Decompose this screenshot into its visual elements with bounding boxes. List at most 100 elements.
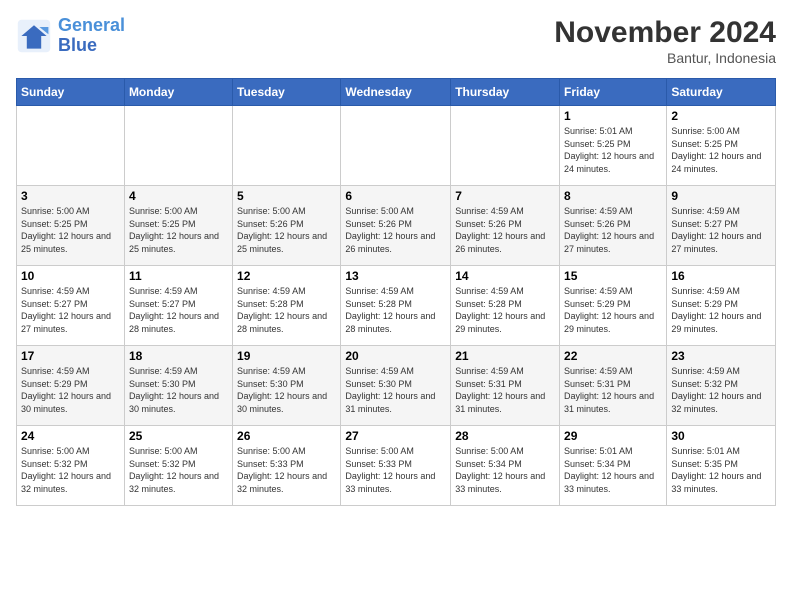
day-number: 28	[455, 429, 555, 443]
calendar-cell: 9Sunrise: 4:59 AM Sunset: 5:27 PM Daylig…	[667, 186, 776, 266]
day-number: 3	[21, 189, 120, 203]
calendar-week-3: 10Sunrise: 4:59 AM Sunset: 5:27 PM Dayli…	[17, 266, 776, 346]
day-info: Sunrise: 4:59 AM Sunset: 5:31 PM Dayligh…	[564, 365, 662, 415]
day-info: Sunrise: 4:59 AM Sunset: 5:28 PM Dayligh…	[455, 285, 555, 335]
day-info: Sunrise: 4:59 AM Sunset: 5:29 PM Dayligh…	[21, 365, 120, 415]
day-number: 29	[564, 429, 662, 443]
calendar-cell	[341, 106, 451, 186]
day-info: Sunrise: 5:00 AM Sunset: 5:26 PM Dayligh…	[237, 205, 336, 255]
weekday-header-monday: Monday	[124, 79, 232, 106]
day-number: 6	[345, 189, 446, 203]
calendar-cell: 14Sunrise: 4:59 AM Sunset: 5:28 PM Dayli…	[451, 266, 560, 346]
month-title: November 2024	[554, 16, 776, 50]
day-info: Sunrise: 4:59 AM Sunset: 5:30 PM Dayligh…	[237, 365, 336, 415]
day-number: 22	[564, 349, 662, 363]
day-info: Sunrise: 5:01 AM Sunset: 5:34 PM Dayligh…	[564, 445, 662, 495]
calendar-cell: 11Sunrise: 4:59 AM Sunset: 5:27 PM Dayli…	[124, 266, 232, 346]
weekday-header-wednesday: Wednesday	[341, 79, 451, 106]
day-info: Sunrise: 5:00 AM Sunset: 5:25 PM Dayligh…	[671, 125, 771, 175]
day-number: 30	[671, 429, 771, 443]
page-header: General Blue November 2024 Bantur, Indon…	[16, 16, 776, 66]
day-info: Sunrise: 5:00 AM Sunset: 5:33 PM Dayligh…	[345, 445, 446, 495]
calendar-cell	[17, 106, 125, 186]
calendar-cell: 24 Sunrise: 5:00 AM Sunset: 5:32 PM Dayli…	[17, 426, 125, 506]
day-info: Sunrise: 5:00 AM Sunset: 5:34 PM Dayligh…	[455, 445, 555, 495]
day-info: Sunrise: 4:59 AM Sunset: 5:30 PM Dayligh…	[129, 365, 228, 415]
day-info: Sunrise: 4:59 AM Sunset: 5:29 PM Dayligh…	[671, 285, 771, 335]
calendar-cell: 22 Sunrise: 4:59 AM Sunset: 5:31 PM Dayli…	[560, 346, 667, 426]
day-number: 8	[564, 189, 662, 203]
calendar-week-2: 3 Sunrise: 5:00 AM Sunset: 5:25 PM Daylig…	[17, 186, 776, 266]
weekday-header-tuesday: Tuesday	[233, 79, 341, 106]
day-number: 26	[237, 429, 336, 443]
day-info: Sunrise: 5:00 AM Sunset: 5:25 PM Dayligh…	[21, 205, 120, 255]
logo-icon	[16, 18, 52, 54]
calendar-cell: 25 Sunrise: 5:00 AM Sunset: 5:32 PM Dayli…	[124, 426, 232, 506]
day-number: 23	[671, 349, 771, 363]
logo: General Blue	[16, 16, 125, 56]
calendar-cell: 20 Sunrise: 4:59 AM Sunset: 5:30 PM Dayli…	[341, 346, 451, 426]
day-number: 20	[345, 349, 446, 363]
calendar-cell	[233, 106, 341, 186]
day-number: 11	[129, 269, 228, 283]
calendar-cell: 1Sunrise: 5:01 AM Sunset: 5:25 PM Daylig…	[560, 106, 667, 186]
day-number: 16	[671, 269, 771, 283]
calendar-cell: 6 Sunrise: 5:00 AM Sunset: 5:26 PM Daylig…	[341, 186, 451, 266]
day-number: 10	[21, 269, 120, 283]
day-number: 2	[671, 109, 771, 123]
day-number: 13	[345, 269, 446, 283]
title-block: November 2024 Bantur, Indonesia	[554, 16, 776, 66]
calendar-cell: 7Sunrise: 4:59 AM Sunset: 5:26 PM Daylig…	[451, 186, 560, 266]
calendar-cell: 4Sunrise: 5:00 AM Sunset: 5:25 PM Daylig…	[124, 186, 232, 266]
day-info: Sunrise: 4:59 AM Sunset: 5:28 PM Dayligh…	[237, 285, 336, 335]
calendar-cell: 15 Sunrise: 4:59 AM Sunset: 5:29 PM Dayli…	[560, 266, 667, 346]
day-info: Sunrise: 5:00 AM Sunset: 5:33 PM Dayligh…	[237, 445, 336, 495]
logo-text: General Blue	[58, 16, 125, 56]
calendar-cell: 8 Sunrise: 4:59 AM Sunset: 5:26 PM Daylig…	[560, 186, 667, 266]
calendar-cell: 10Sunrise: 4:59 AM Sunset: 5:27 PM Dayli…	[17, 266, 125, 346]
day-number: 25	[129, 429, 228, 443]
weekday-header-saturday: Saturday	[667, 79, 776, 106]
day-number: 21	[455, 349, 555, 363]
day-number: 17	[21, 349, 120, 363]
day-info: Sunrise: 4:59 AM Sunset: 5:26 PM Dayligh…	[564, 205, 662, 255]
weekday-header-sunday: Sunday	[17, 79, 125, 106]
day-info: Sunrise: 5:00 AM Sunset: 5:26 PM Dayligh…	[345, 205, 446, 255]
day-number: 1	[564, 109, 662, 123]
day-number: 27	[345, 429, 446, 443]
day-number: 9	[671, 189, 771, 203]
calendar-cell: 16 Sunrise: 4:59 AM Sunset: 5:29 PM Dayli…	[667, 266, 776, 346]
day-number: 15	[564, 269, 662, 283]
day-number: 19	[237, 349, 336, 363]
calendar-cell	[124, 106, 232, 186]
calendar-cell: 19 Sunrise: 4:59 AM Sunset: 5:30 PM Dayli…	[233, 346, 341, 426]
day-info: Sunrise: 5:00 AM Sunset: 5:32 PM Dayligh…	[21, 445, 120, 495]
day-info: Sunrise: 4:59 AM Sunset: 5:28 PM Dayligh…	[345, 285, 446, 335]
day-number: 4	[129, 189, 228, 203]
day-info: Sunrise: 4:59 AM Sunset: 5:26 PM Dayligh…	[455, 205, 555, 255]
day-number: 12	[237, 269, 336, 283]
calendar-week-1: 1Sunrise: 5:01 AM Sunset: 5:25 PM Daylig…	[17, 106, 776, 186]
calendar-cell: 5 Sunrise: 5:00 AM Sunset: 5:26 PM Daylig…	[233, 186, 341, 266]
day-info: Sunrise: 5:01 AM Sunset: 5:35 PM Dayligh…	[671, 445, 771, 495]
calendar-cell: 27 Sunrise: 5:00 AM Sunset: 5:33 PM Dayli…	[341, 426, 451, 506]
calendar-week-5: 24 Sunrise: 5:00 AM Sunset: 5:32 PM Dayli…	[17, 426, 776, 506]
calendar-cell: 28 Sunrise: 5:00 AM Sunset: 5:34 PM Dayli…	[451, 426, 560, 506]
weekday-header-thursday: Thursday	[451, 79, 560, 106]
calendar-cell: 3 Sunrise: 5:00 AM Sunset: 5:25 PM Daylig…	[17, 186, 125, 266]
calendar-cell: 2 Sunrise: 5:00 AM Sunset: 5:25 PM Daylig…	[667, 106, 776, 186]
day-number: 24	[21, 429, 120, 443]
weekday-header-friday: Friday	[560, 79, 667, 106]
day-number: 18	[129, 349, 228, 363]
calendar-cell: 18 Sunrise: 4:59 AM Sunset: 5:30 PM Dayli…	[124, 346, 232, 426]
location: Bantur, Indonesia	[554, 50, 776, 66]
day-info: Sunrise: 4:59 AM Sunset: 5:32 PM Dayligh…	[671, 365, 771, 415]
calendar-cell: 13 Sunrise: 4:59 AM Sunset: 5:28 PM Dayli…	[341, 266, 451, 346]
day-info: Sunrise: 4:59 AM Sunset: 5:30 PM Dayligh…	[345, 365, 446, 415]
calendar-cell: 17 Sunrise: 4:59 AM Sunset: 5:29 PM Dayli…	[17, 346, 125, 426]
day-number: 5	[237, 189, 336, 203]
day-info: Sunrise: 5:00 AM Sunset: 5:32 PM Dayligh…	[129, 445, 228, 495]
day-info: Sunrise: 4:59 AM Sunset: 5:31 PM Dayligh…	[455, 365, 555, 415]
day-info: Sunrise: 4:59 AM Sunset: 5:29 PM Dayligh…	[564, 285, 662, 335]
calendar-cell: 21 Sunrise: 4:59 AM Sunset: 5:31 PM Dayli…	[451, 346, 560, 426]
